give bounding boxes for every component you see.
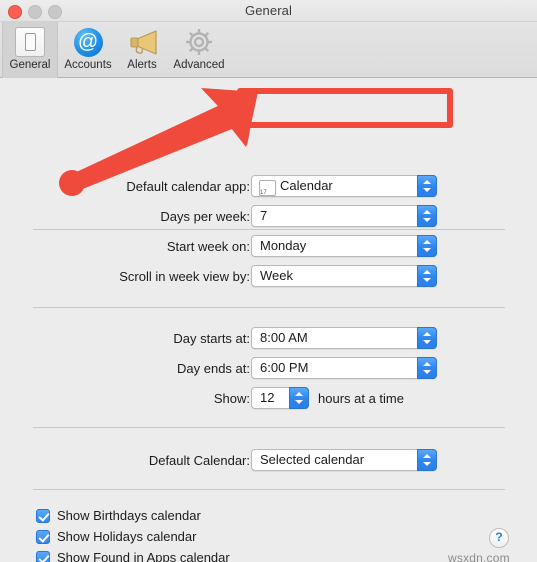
scroll-in-week-view-label: Scroll in week view by: <box>119 269 250 284</box>
day-starts-at-value: 8:00 AM <box>260 330 308 345</box>
watermark: wsxdn.com <box>448 551 510 562</box>
start-week-on-stepper[interactable] <box>417 235 437 257</box>
day-starts-at-stepper[interactable] <box>417 327 437 349</box>
section-divider-3 <box>33 427 505 428</box>
start-week-on-label: Start week on: <box>166 239 250 254</box>
days-per-week-select[interactable]: 7 <box>251 205 437 227</box>
gear-icon <box>166 26 232 58</box>
day-ends-at-select[interactable]: 6:00 PM <box>251 357 437 379</box>
show-holidays-calendar-checkbox[interactable] <box>36 529 50 544</box>
toolbar-tab-general-label: General <box>9 59 51 71</box>
calendar-app-icon-day: 17 <box>260 190 267 196</box>
show-birthdays-calendar-label: Show Birthdays calendar <box>57 508 201 523</box>
default-calendar-label: Default Calendar: <box>148 453 250 468</box>
calendar-preferences-window: General General @ Accounts Alerts Advanc… <box>0 0 537 562</box>
show-hours-stepper[interactable] <box>289 387 309 409</box>
days-per-week-label: Days per week: <box>160 209 250 224</box>
default-calendar-app-stepper[interactable] <box>417 175 437 197</box>
at-sign-icon: @ <box>58 26 118 58</box>
section-divider-4 <box>33 489 505 490</box>
day-ends-at-stepper[interactable] <box>417 357 437 379</box>
show-holidays-calendar-row[interactable]: Show Holidays calendar <box>36 529 196 544</box>
toolbar-tab-advanced[interactable]: Advanced <box>166 22 232 78</box>
day-ends-at-label: Day ends at: <box>177 361 250 376</box>
megaphone-icon <box>118 26 166 58</box>
toolbar-tab-accounts-label: Accounts <box>64 59 112 71</box>
start-week-on-value: Monday <box>260 238 307 253</box>
toolbar-tab-alerts[interactable]: Alerts <box>118 22 166 78</box>
show-found-in-apps-calendar-row[interactable]: Show Found in Apps calendar <box>36 550 230 562</box>
show-found-in-apps-calendar-checkbox[interactable] <box>36 550 50 562</box>
days-per-week-value: 7 <box>260 208 268 223</box>
default-calendar-app-label: Default calendar app: <box>126 179 250 194</box>
default-calendar-select[interactable]: Selected calendar <box>251 449 437 471</box>
general-preferences-pane: Default calendar app: 17 Calendar Days p… <box>0 78 537 562</box>
show-hours-suffix: hours at a time <box>318 391 404 406</box>
day-starts-at-select[interactable]: 8:00 AM <box>251 327 437 349</box>
default-calendar-value: Selected calendar <box>260 452 365 467</box>
window-title: General <box>245 3 292 18</box>
show-hours-label: Show: <box>213 391 250 406</box>
toolbar-tab-general[interactable]: General <box>2 22 58 78</box>
default-calendar-app-value: Calendar <box>280 178 333 193</box>
scroll-in-week-view-select[interactable]: Week <box>251 265 437 287</box>
day-ends-at-value: 6:00 PM <box>260 360 309 375</box>
show-birthdays-calendar-checkbox[interactable] <box>36 508 50 523</box>
default-calendar-stepper[interactable] <box>417 449 437 471</box>
toolbar-tab-advanced-label: Advanced <box>173 59 225 71</box>
section-divider-1 <box>33 229 505 230</box>
preferences-toolbar: General @ Accounts Alerts Advanced <box>0 22 537 78</box>
help-button[interactable]: ? <box>489 528 509 548</box>
show-hours-stepper-field[interactable]: 12 <box>251 387 309 409</box>
calendar-app-icon: 17 <box>259 180 276 196</box>
scroll-in-week-view-value: Week <box>260 268 293 283</box>
general-icon <box>3 26 57 58</box>
scroll-in-week-view-stepper[interactable] <box>417 265 437 287</box>
toolbar-tab-accounts[interactable]: @ Accounts <box>58 22 118 78</box>
window-titlebar: General <box>0 0 537 22</box>
day-starts-at-label: Day starts at: <box>173 331 250 346</box>
show-found-in-apps-calendar-label: Show Found in Apps calendar <box>57 550 230 562</box>
show-holidays-calendar-label: Show Holidays calendar <box>57 529 197 544</box>
days-per-week-stepper[interactable] <box>417 205 437 227</box>
show-birthdays-calendar-row[interactable]: Show Birthdays calendar <box>36 508 201 523</box>
toolbar-tab-alerts-label: Alerts <box>127 59 157 71</box>
show-hours-value: 12 <box>260 390 275 405</box>
start-week-on-select[interactable]: Monday <box>251 235 437 257</box>
section-divider-2 <box>33 307 505 308</box>
default-calendar-app-select[interactable]: 17 Calendar <box>251 175 437 197</box>
